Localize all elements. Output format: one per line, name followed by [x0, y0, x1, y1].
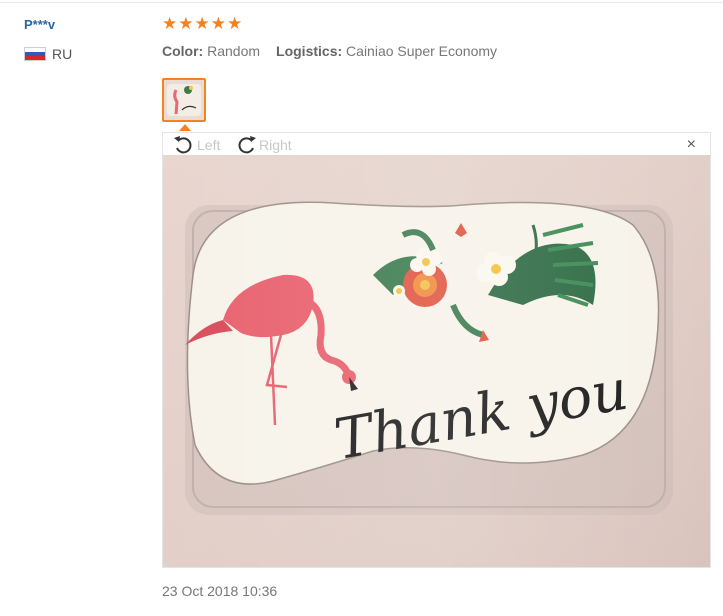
- thumbnail-image: [164, 80, 204, 120]
- review-photo-thumbnail[interactable]: [162, 78, 206, 122]
- color-value: Random: [207, 43, 261, 59]
- logistics-label: Logistics:: [276, 43, 343, 59]
- reviewer-country: RU: [24, 46, 72, 62]
- star-icon: ★: [194, 14, 210, 33]
- logistics-value: Cainiao Super Economy: [346, 43, 498, 59]
- rotate-left-icon: [174, 136, 192, 154]
- russia-flag-icon: [24, 47, 46, 61]
- country-code: RU: [52, 46, 73, 62]
- star-rating: ★ ★ ★ ★ ★: [162, 14, 242, 34]
- star-icon: ★: [210, 14, 226, 33]
- rotate-left-label: Left: [197, 137, 221, 153]
- close-icon[interactable]: ×: [687, 137, 696, 153]
- reviewer-name[interactable]: P***v: [24, 17, 55, 32]
- review-date: 23 Oct 2018 10:36: [162, 583, 278, 599]
- color-label: Color:: [162, 43, 204, 59]
- photo-viewer: Left Right × Thank you: [162, 132, 711, 568]
- color-info: Color: Random: [162, 43, 260, 59]
- review-photo: Thank you: [163, 155, 710, 567]
- star-icon: ★: [178, 14, 194, 33]
- thumbnail-pointer: [179, 124, 191, 131]
- viewer-toolbar: Left Right ×: [163, 133, 710, 157]
- top-divider: [0, 2, 723, 3]
- logistics-info: Logistics: Cainiao Super Economy: [276, 43, 497, 59]
- star-icon: ★: [227, 14, 243, 33]
- star-icon: ★: [162, 14, 178, 33]
- rotate-right-button[interactable]: Right: [235, 135, 292, 155]
- rotate-left-button[interactable]: Left: [173, 135, 220, 155]
- rotate-right-label: Right: [259, 137, 292, 153]
- rotate-right-icon: [238, 136, 256, 154]
- order-details: Color: Random Logistics: Cainiao Super E…: [162, 43, 497, 59]
